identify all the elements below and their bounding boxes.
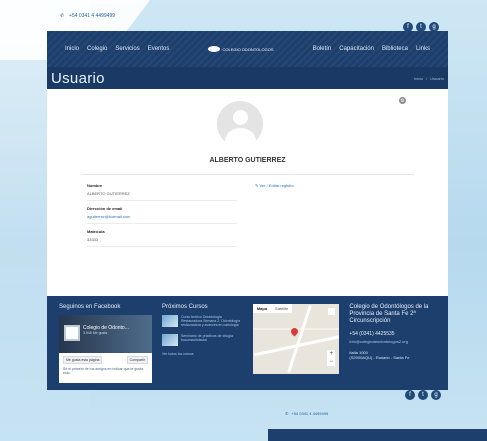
bottom-phone-text[interactable]: +54 0341 4 4499499	[291, 411, 328, 416]
map-road	[287, 305, 312, 373]
facebook-cover: Colegio de Odonto... 3.945 Me gusta	[59, 315, 152, 353]
courses-more-link[interactable]: Ver todos los cursos	[162, 352, 243, 356]
field-separator	[87, 200, 237, 201]
logo-mark-icon	[208, 46, 221, 52]
zoom-out-icon[interactable]: −	[327, 358, 335, 366]
page-frame: Inicio Colegio Servicios Eventos COLEGIO…	[47, 31, 448, 417]
avatar-head	[233, 110, 248, 125]
edit-icon: ✎	[255, 183, 259, 188]
facebook-note: Sé el primero de tus amigos en indicar q…	[63, 367, 143, 375]
gear-icon[interactable]: ⚙	[399, 97, 406, 104]
page-title: Usuario	[51, 69, 105, 87]
top-phone-text[interactable]: +54 0341 4 4499499	[69, 13, 115, 19]
breadcrumb-separator: /	[426, 75, 428, 81]
map-zoom-control: + −	[327, 350, 336, 366]
course-item[interactable]: Curso teórico Odontología Restauradora S…	[162, 315, 243, 328]
map-tab-satellite[interactable]: Satélite	[271, 304, 292, 313]
nav-item-biblioteca[interactable]: Biblioteca	[382, 46, 408, 52]
facebook-widget: Seguinos en Facebook Colegio de Odonto..…	[59, 304, 152, 383]
field-value-nombre: ALBERTO GUTIERREZ	[87, 191, 130, 196]
user-name: ALBERTO GUTIERREZ	[209, 157, 286, 164]
facebook-share-button[interactable]: Compartir	[126, 356, 148, 364]
contact-phone[interactable]: +54 (0341) 4425535	[349, 331, 436, 337]
course-item[interactable]: Seminario de prácticas de cirugía bucoma…	[162, 333, 243, 346]
course-title[interactable]: Curso teórico Odontología Restauradora S…	[181, 315, 243, 328]
breadcrumb-home[interactable]: Inicio	[414, 76, 423, 81]
top-contact-bar: ✆ +54 0341 4 4499499	[60, 10, 115, 22]
nav-item-boletin[interactable]: Boletín	[313, 46, 332, 52]
contact-widget: Colegio de Odontólogos de la Provincia d…	[349, 304, 436, 382]
map-type-tabs: Mapa Satélite	[252, 304, 293, 313]
nav-item-eventos[interactable]: Eventos	[148, 46, 170, 52]
contact-address-2: (S2000AQU) - Rosario - Santa Fe	[349, 354, 410, 360]
facebook-icon[interactable]: f	[405, 390, 415, 400]
field-value-email[interactable]: agutierrez@hotmail.com	[87, 214, 237, 219]
main-navbar: Inicio Colegio Servicios Eventos COLEGIO…	[47, 31, 448, 67]
nav-item-servicios[interactable]: Servicios	[115, 46, 139, 52]
bottom-navbar-fragment	[268, 429, 487, 441]
site-logo[interactable]: COLEGIO ODONTOLOGOS	[208, 46, 274, 52]
nav-item-capacitacion[interactable]: Capacitación	[339, 46, 374, 52]
profile-content: ⚙ ALBERTO GUTIERREZ Nombre ALBERTO GUTIE…	[47, 89, 448, 296]
twitter-icon[interactable]: t	[418, 390, 428, 400]
field-separator	[87, 246, 237, 247]
facebook-heading: Seguinos en Facebook	[59, 304, 121, 310]
contact-org: Colegio de Odontólogos de la Provincia d…	[349, 304, 429, 324]
breadcrumb: Inicio / Usuario	[414, 76, 444, 81]
courses-heading: Próximos Cursos	[162, 304, 208, 310]
location-map[interactable]: Mapa Satélite ⛶ + −	[252, 304, 340, 374]
course-title[interactable]: Seminario de prácticas de cirugía bucoma…	[181, 334, 243, 346]
bottom-contact-bar: ✆ +54 0341 4 4499499	[285, 411, 328, 416]
field-value-matricula: 33333	[87, 237, 99, 242]
site-footer: Seguinos en Facebook Colegio de Odonto..…	[47, 296, 448, 390]
facebook-page-picture	[64, 325, 80, 341]
profile-divider	[81, 174, 414, 175]
facebook-card[interactable]: Colegio de Odonto... 3.945 Me gusta Me g…	[59, 315, 152, 383]
zoom-in-icon[interactable]: +	[327, 350, 335, 358]
fullscreen-icon[interactable]: ⛶	[328, 308, 336, 315]
field-label-nombre: Nombre	[87, 183, 103, 188]
page-title-bar: Usuario Inicio / Usuario	[47, 67, 448, 89]
course-thumbnail	[162, 315, 178, 327]
phone-icon: ✆	[60, 13, 65, 19]
profile-fields: Nombre ALBERTO GUTIERREZ Dirección de em…	[87, 183, 237, 252]
avatar	[217, 101, 263, 147]
field-label-email: Dirección de email	[87, 206, 123, 211]
contact-email[interactable]: info@colegiodeodontologos2.org	[349, 339, 436, 344]
bottom-social-icons: f t g	[405, 390, 441, 400]
nav-left: Inicio Colegio Servicios Eventos	[65, 46, 169, 52]
field-separator	[87, 223, 237, 224]
logo-text: COLEGIO ODONTOLOGOS	[222, 46, 274, 52]
map-tab-map[interactable]: Mapa	[253, 304, 271, 313]
nav-item-links[interactable]: Links	[416, 46, 430, 52]
nav-item-colegio[interactable]: Colegio	[87, 46, 107, 52]
course-thumbnail	[162, 333, 178, 346]
nav-item-inicio[interactable]: Inicio	[65, 46, 79, 52]
courses-widget: Próximos Cursos Curso teórico Odontologí…	[162, 304, 243, 382]
edit-link-label: Ver / Editar registro	[259, 183, 294, 188]
googleplus-icon[interactable]: g	[431, 390, 441, 400]
field-label-matricula: Matrícula	[87, 229, 105, 234]
phone-icon: ✆	[285, 411, 289, 416]
edit-registration-link[interactable]: ✎ Ver / Editar registro	[255, 183, 294, 188]
nav-right: Boletín Capacitación Biblioteca Links	[313, 46, 430, 52]
breadcrumb-current: Usuario	[430, 75, 444, 81]
facebook-page-sub: 3.945 Me gusta	[83, 331, 108, 335]
facebook-actions: Me gusta esta página Compartir	[59, 353, 152, 367]
avatar-body	[225, 128, 256, 147]
facebook-like-button[interactable]: Me gusta esta página	[63, 356, 103, 364]
